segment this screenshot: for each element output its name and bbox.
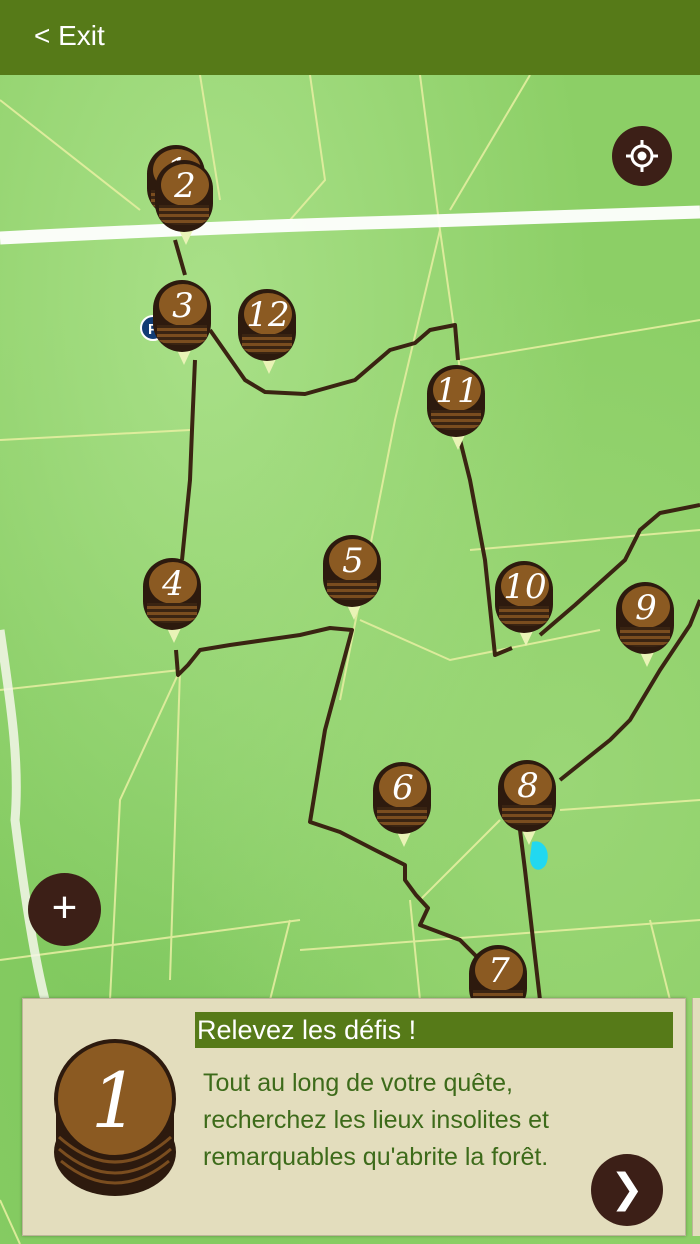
exit-button[interactable]: < Exit xyxy=(34,20,105,52)
next-button[interactable]: ❯ xyxy=(591,1154,663,1226)
marker-10[interactable]: 10 xyxy=(490,556,560,656)
marker-number: 4 xyxy=(162,564,184,604)
marker-9[interactable]: 9 xyxy=(611,577,681,677)
card-description: Tout au long de votre quête, recherchez … xyxy=(203,1069,549,1171)
next-card-edge[interactable] xyxy=(692,998,700,1236)
marker-number: 9 xyxy=(635,588,657,628)
marker-3[interactable]: 3 xyxy=(148,275,218,375)
marker-number: 8 xyxy=(517,766,539,806)
zoom-in-button[interactable]: + xyxy=(28,873,101,946)
marker-number: 3 xyxy=(172,286,194,326)
marker-number: 2 xyxy=(174,166,196,206)
top-bar: < Exit xyxy=(0,0,700,75)
marker-number: 6 xyxy=(392,768,414,808)
marker-4[interactable]: 4 xyxy=(138,553,208,653)
marker-number: 7 xyxy=(488,951,510,991)
chevron-right-icon: ❯ xyxy=(610,1166,644,1212)
marker-number: 5 xyxy=(342,541,364,581)
marker-2[interactable]: 2 xyxy=(150,155,220,255)
marker-number: 11 xyxy=(435,371,479,411)
marker-6[interactable]: 6 xyxy=(368,757,438,857)
card-title: Relevez les défis ! xyxy=(195,1012,673,1048)
marker-5[interactable]: 5 xyxy=(318,530,388,630)
marker-12[interactable]: 12 xyxy=(233,284,303,384)
marker-number: 10 xyxy=(503,567,547,607)
marker-11[interactable]: 11 xyxy=(422,360,492,460)
locate-crosshair-icon xyxy=(626,140,658,172)
marker-8[interactable]: 8 xyxy=(493,755,563,855)
plus-icon: + xyxy=(51,883,78,932)
locate-button[interactable] xyxy=(612,126,672,186)
marker-number: 12 xyxy=(246,295,290,335)
barrel-number: 1 xyxy=(91,1056,139,1145)
info-card[interactable]: 1 Relevez les défis ! Tout au long de vo… xyxy=(22,998,686,1236)
barrel-icon: 1 xyxy=(54,1039,176,1196)
